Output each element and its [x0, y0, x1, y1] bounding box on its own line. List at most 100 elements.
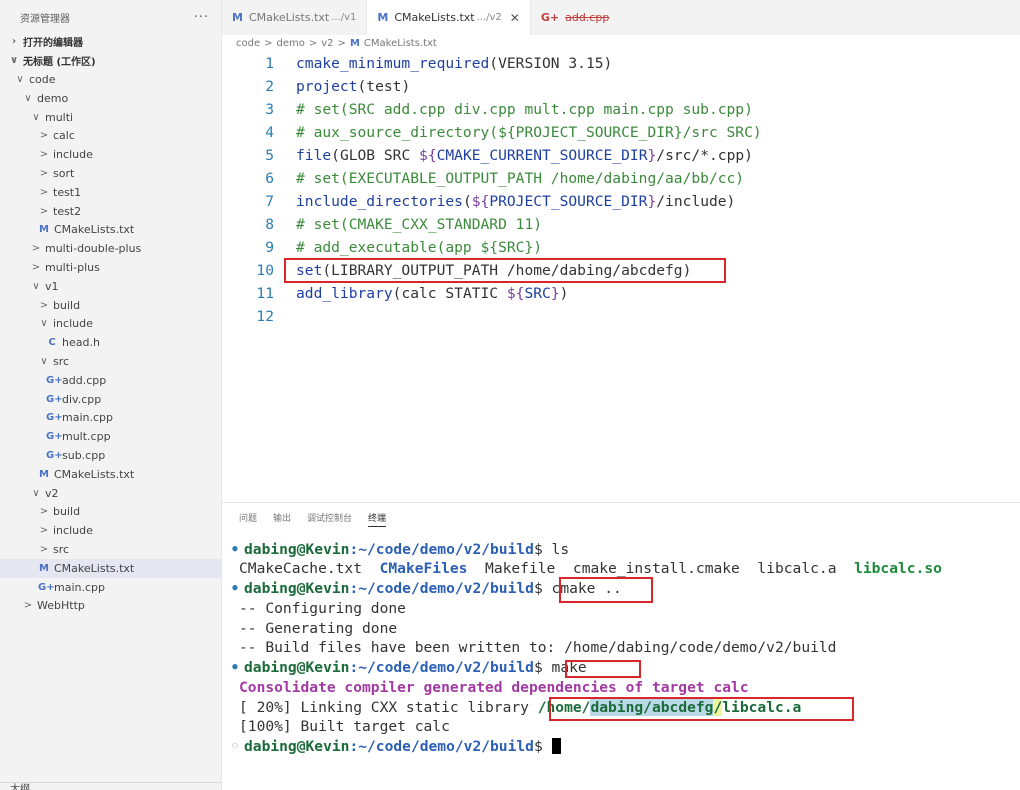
tree-file[interactable]: G+ main.cpp: [0, 408, 221, 427]
tree-item-label: include: [53, 317, 93, 331]
cpp-file-icon: G+: [46, 450, 63, 461]
tree-folder[interactable]: > build: [0, 502, 221, 521]
chevron-right-icon: >: [39, 299, 49, 311]
outline-section[interactable]: 大纲: [0, 782, 221, 790]
chevron-right-icon: >: [39, 544, 49, 555]
tree-folder[interactable]: > calc: [0, 126, 221, 145]
tree-folder[interactable]: > include: [0, 145, 221, 164]
tree-folder[interactable]: > WebHttp: [0, 596, 221, 615]
breadcrumb-item[interactable]: code: [236, 38, 260, 49]
code-text: # aux_source_directory(${PROJECT_SOURCE_…: [296, 124, 762, 141]
code-line: 6 # set(EXECUTABLE_OUTPUT_PATH /home/dabi…: [222, 167, 744, 190]
breadcrumb-separator: >: [264, 37, 273, 49]
code-text: # set(EXECUTABLE_OUTPUT_PATH /home/dabin…: [296, 170, 744, 187]
cmake-file-icon: M: [377, 11, 389, 24]
tree-folder[interactable]: > multi-double-plus: [0, 239, 221, 258]
open-editors-section[interactable]: › 打开的编辑器: [0, 32, 221, 51]
code-token: (GLOB SRC: [331, 147, 420, 164]
panel-tab-debug-console[interactable]: 调试控制台: [307, 511, 352, 527]
breadcrumb-file[interactable]: CMakeLists.txt: [364, 38, 437, 49]
line-number: 10: [256, 262, 274, 279]
tab-add-cpp[interactable]: G+ add.cpp: [531, 0, 619, 35]
tree-folder[interactable]: ∨ v1: [0, 277, 221, 296]
terminal-line[interactable]: ○ dabing@Kevin:~/code/demo/v2/build $: [226, 736, 561, 756]
tree-file[interactable]: G+ add.cpp: [0, 371, 221, 390]
tree-file[interactable]: G+ mult.cpp: [0, 427, 221, 446]
chevron-right-icon: >: [31, 262, 41, 273]
tree-folder[interactable]: ∨ src: [0, 352, 221, 371]
tree-folder[interactable]: ∨ demo: [0, 89, 221, 108]
open-editors-label: 打开的编辑器: [23, 38, 83, 49]
workspace-section[interactable]: ∨ 无标题 (工作区): [0, 51, 221, 70]
tree-item-label: build: [53, 298, 81, 312]
code-token: add_library: [296, 285, 393, 302]
highlight-box-line-10: [284, 258, 726, 283]
code-token: file: [296, 147, 332, 164]
tree-file[interactable]: Chead.h: [0, 333, 221, 352]
tab-cmakelists-v1[interactable]: M CMakeLists.txt .../v1: [222, 0, 368, 35]
panel-tab-output[interactable]: 输出: [273, 511, 291, 527]
tree-file[interactable]: M CMakeLists.txt: [0, 465, 221, 484]
tree-folder[interactable]: ∨ include: [0, 314, 221, 333]
prompt-user: dabing@Kevin: [244, 658, 350, 676]
code-line: 7 include_directories(${PROJECT_SOURCE_DI…: [222, 190, 735, 213]
terminal-line: -- Build files have been written to: /ho…: [226, 637, 836, 657]
tree-folder[interactable]: > test2: [0, 202, 221, 221]
tree-item-label: include: [53, 148, 93, 162]
highlight-box-library-path: [549, 697, 854, 721]
tree-file[interactable]: G+ sub.cpp: [0, 446, 221, 465]
tree-folder[interactable]: > include: [0, 521, 221, 540]
code-token: (test): [357, 78, 411, 95]
tree-item-label: main.cpp: [54, 580, 105, 594]
prompt-path: :~/code/demo/v2/build: [349, 737, 534, 755]
ls-output: Makefile cmake_install.cmake libcalc.a: [467, 559, 855, 577]
tree-folder[interactable]: > test1: [0, 183, 221, 202]
highlight-box-cmake: [559, 577, 653, 603]
close-icon[interactable]: ✕: [510, 11, 520, 25]
tree-item-label: calc: [53, 129, 75, 143]
code-token: ${: [419, 147, 437, 164]
panel-tab-problems[interactable]: 问题: [239, 511, 257, 527]
breadcrumb-item[interactable]: demo: [277, 38, 305, 49]
code-token: }: [647, 193, 657, 210]
chevron-down-icon: ∨: [16, 74, 24, 85]
code-token: include_directories: [296, 193, 463, 210]
prompt-user: dabing@Kevin: [244, 579, 350, 597]
cmake-file-icon: M: [39, 562, 49, 574]
tree-item-label: WebHttp: [37, 599, 85, 613]
panel-tab-terminal[interactable]: 终端: [368, 511, 387, 527]
tree-file[interactable]: G+ div.cpp: [0, 390, 221, 409]
explorer-title: 资源管理器: [20, 14, 70, 25]
tree-folder[interactable]: ∨ v2: [0, 484, 221, 503]
tree-file[interactable]: M CMakeLists.txt: [0, 558, 221, 578]
line-number: 8: [265, 216, 274, 233]
tree-folder[interactable]: > sort: [0, 164, 221, 183]
terminal-line: ● dabing@Kevin:~/code/demo/v2/build $ ls: [226, 539, 569, 559]
tree-folder[interactable]: ∨ code: [0, 70, 221, 89]
breadcrumb-item[interactable]: v2: [321, 38, 333, 49]
code-token: }: [647, 147, 657, 164]
tree-folder[interactable]: > build: [0, 296, 221, 315]
terminal-line: [100%] Built target calc: [226, 716, 450, 736]
code-token: # set(EXECUTABLE_OUTPUT_PATH /home/dabin…: [296, 170, 745, 187]
tree-item-label: multi-plus: [45, 261, 100, 274]
cpp-file-icon: G+: [46, 412, 63, 424]
tab-cmakelists-v2[interactable]: M CMakeLists.txt .../v2 ✕: [367, 0, 531, 35]
tree-file[interactable]: M CMakeLists.txt: [0, 220, 221, 239]
chevron-down-icon: ∨: [32, 111, 40, 123]
code-token: SRC: [524, 285, 551, 302]
line-number: 11: [256, 285, 274, 302]
chevron-right-icon: >: [23, 600, 33, 612]
code-token: ${: [506, 285, 525, 302]
more-actions-icon[interactable]: ···: [194, 10, 209, 25]
terminal-line: -- Configuring done: [226, 598, 406, 618]
code-text: include_directories(${PROJECT_SOURCE_DIR…: [296, 193, 735, 210]
tree-folder[interactable]: > src: [0, 540, 221, 559]
tree-folder[interactable]: > multi-plus: [0, 258, 221, 277]
tree-folder[interactable]: ∨ multi: [0, 108, 221, 127]
editor-tabbar: M CMakeLists.txt .../v1 M CMakeLists.txt…: [222, 0, 1020, 35]
prompt-dollar: $: [533, 579, 543, 597]
prompt-user: dabing@Kevin: [244, 540, 350, 558]
c-header-icon: C: [48, 337, 56, 349]
tree-file[interactable]: G+ main.cpp: [0, 578, 221, 597]
